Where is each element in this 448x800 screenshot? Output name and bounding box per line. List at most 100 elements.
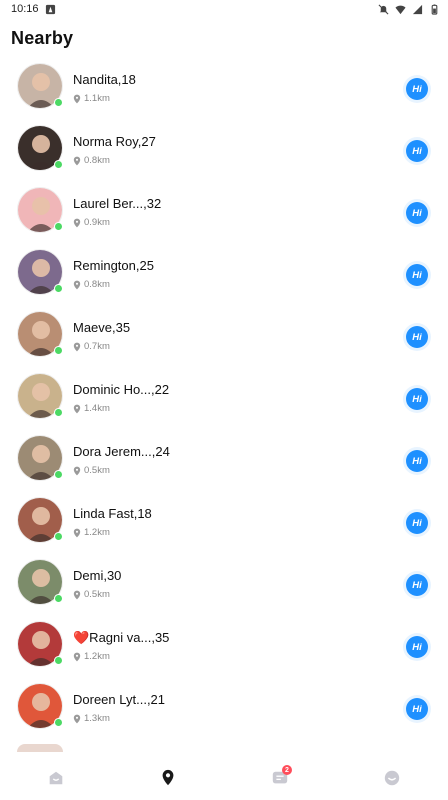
user-row[interactable]: ❤️Ragni va...,35 1.2km Hi [0,616,448,678]
hi-bubble-icon: Hi [406,264,428,286]
say-hi-button[interactable]: Hi [403,571,431,599]
location-pin-icon [73,94,81,103]
user-name: ❤️Ragni va...,35 [73,630,170,645]
online-status-dot [54,346,63,355]
hi-bubble-icon: Hi [406,78,428,100]
user-distance: 0.5km [73,465,110,476]
location-pin-icon [73,714,81,723]
page-title: Nearby [11,28,74,48]
user-name: Doreen Lyt...,21 [73,692,166,707]
online-status-dot [54,656,63,665]
location-pin-icon [73,342,81,351]
say-hi-button[interactable]: Hi [403,447,431,475]
say-hi-button[interactable]: Hi [403,695,431,723]
online-status-dot [54,98,63,107]
hi-label: Hi [412,331,422,343]
avatar-wrapper[interactable] [17,125,65,173]
say-hi-button[interactable]: Hi [403,199,431,227]
user-name: Maeve,35 [73,320,131,335]
user-distance: 1.4km [73,403,110,414]
location-pin-icon [73,652,81,661]
user-distance: 0.7km [73,341,110,352]
user-row[interactable]: Dora Jerem...,24 0.5km Hi [0,430,448,492]
user-distance: 0.8km [73,155,110,166]
user-name: Norma Roy,27 [73,134,156,149]
nearby-user-list: Nandita,18 1.1km Hi Norma Roy,27 0.8km H… [0,58,448,740]
distance-value: 1.3km [84,713,110,724]
avatar-wrapper[interactable] [17,435,65,483]
nav-profile[interactable] [372,758,412,798]
notification-app-icon [45,4,55,14]
partial-avatar-next-row [17,744,63,752]
distance-value: 0.8km [84,155,110,166]
hi-label: Hi [412,145,422,157]
user-row[interactable]: Norma Roy,27 0.8km Hi [0,120,448,182]
user-name: Laurel Ber...,32 [73,196,162,211]
hi-bubble-icon: Hi [406,202,428,224]
say-hi-button[interactable]: Hi [403,385,431,413]
avatar-wrapper[interactable] [17,683,65,731]
nav-home[interactable] [36,758,76,798]
user-name: Dora Jerem...,24 [73,444,170,459]
distance-value: 1.2km [84,527,110,538]
say-hi-button[interactable]: Hi [403,509,431,537]
user-name: Nandita,18 [73,72,136,87]
hi-bubble-icon: Hi [406,512,428,534]
avatar-wrapper[interactable] [17,497,65,545]
online-status-dot [54,718,63,727]
user-row[interactable]: Doreen Lyt...,21 1.3km Hi [0,678,448,740]
avatar-wrapper[interactable] [17,559,65,607]
distance-value: 0.5km [84,465,110,476]
hi-bubble-icon: Hi [406,326,428,348]
home-icon [49,771,63,785]
wifi-icon [395,5,406,14]
nav-nearby[interactable] [148,758,188,798]
bottom-navigation: 2 [0,756,448,800]
online-status-dot [54,532,63,541]
hi-label: Hi [412,207,422,219]
distance-value: 0.7km [84,341,110,352]
status-bar: 10:16 [0,0,448,18]
profile-icon [384,770,400,786]
hi-bubble-icon: Hi [406,698,428,720]
user-row[interactable]: Dominic Ho...,22 1.4km Hi [0,368,448,430]
say-hi-button[interactable]: Hi [403,75,431,103]
hi-bubble-icon: Hi [406,140,428,162]
hi-bubble-icon: Hi [406,388,428,410]
battery-icon [431,3,438,15]
distance-value: 0.8km [84,279,110,290]
distance-value: 1.4km [84,403,110,414]
user-row[interactable]: Remington,25 0.8km Hi [0,244,448,306]
user-distance: 1.2km [73,651,110,662]
location-pin-icon [73,466,81,475]
hi-label: Hi [412,393,422,405]
online-status-dot [54,470,63,479]
online-status-dot [54,284,63,293]
user-row[interactable]: Demi,30 0.5km Hi [0,554,448,616]
avatar-wrapper[interactable] [17,373,65,421]
say-hi-button[interactable]: Hi [403,137,431,165]
distance-value: 0.9km [84,217,110,228]
avatar-wrapper[interactable] [17,311,65,359]
say-hi-button[interactable]: Hi [403,633,431,661]
hi-label: Hi [412,269,422,281]
user-row[interactable]: Maeve,35 0.7km Hi [0,306,448,368]
user-row[interactable]: Laurel Ber...,32 0.9km Hi [0,182,448,244]
say-hi-button[interactable]: Hi [403,323,431,351]
avatar-wrapper[interactable] [17,249,65,297]
hi-label: Hi [412,83,422,95]
messages-badge: 2 [282,765,292,775]
avatar-wrapper[interactable] [17,187,65,235]
user-row[interactable]: Linda Fast,18 1.2km Hi [0,492,448,554]
location-pin-icon [73,280,81,289]
user-distance: 1.1km [73,93,110,104]
avatar-wrapper[interactable] [17,63,65,111]
user-row[interactable]: Nandita,18 1.1km Hi [0,58,448,120]
say-hi-button[interactable]: Hi [403,261,431,289]
avatar-wrapper[interactable] [17,621,65,669]
hi-label: Hi [412,455,422,467]
status-time: 10:16 [11,3,39,15]
location-pin-icon [73,156,81,165]
nav-messages[interactable]: 2 [260,758,300,798]
user-distance: 0.5km [73,589,110,600]
